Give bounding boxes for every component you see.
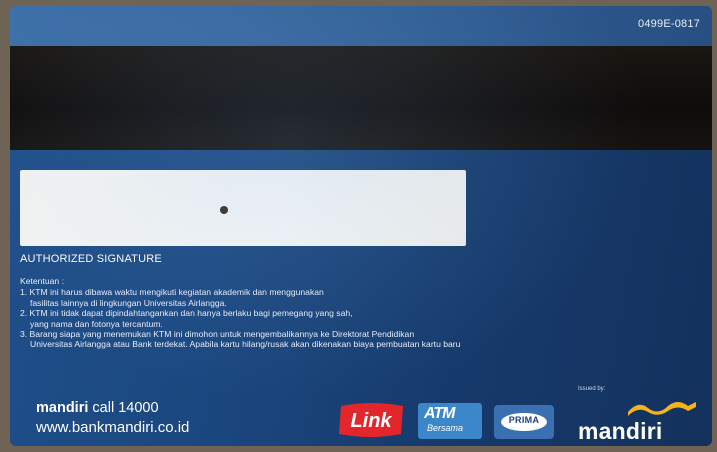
terms-line: Universitas Airlangga atau Bank terdekat… — [30, 339, 461, 350]
terms-line: 3. Barang siapa yang menemukan KTM ini d… — [20, 329, 415, 340]
signature-mark — [220, 206, 228, 214]
call-number: call 14000 — [92, 400, 159, 416]
atm-bersama-logo: ATM Bersama — [418, 403, 482, 439]
card-back: 0499E-0817 AUTHORIZED SIGNATURE Ketentua… — [10, 6, 712, 446]
mandiri-logo: mandiri — [576, 398, 698, 444]
terms-line: yang nama dan fotonya tercantum. — [30, 318, 163, 329]
contact-info: mandiri call 14000 www.bankmandiri.co.id — [36, 399, 189, 439]
magnetic-stripe — [10, 46, 712, 150]
link-logo: Link — [335, 400, 407, 440]
link-logo-shape: Link — [339, 403, 403, 437]
prima-logo: PRIMA — [494, 405, 554, 439]
top-band — [10, 6, 712, 46]
mandiri-logo-text: mandiri — [578, 418, 663, 444]
terms-header: Ketentuan : — [20, 276, 64, 286]
terms-line: 1. KTM ini harus dibawa waktu mengikuti … — [20, 287, 324, 298]
prima-logo-text: PRIMA — [508, 415, 540, 425]
call-center: mandiri call 14000 — [36, 399, 189, 417]
bersama-logo-text: Bersama — [427, 423, 464, 433]
contact-brand: mandiri — [36, 400, 89, 416]
card-serial-number: 0499E-0817 — [638, 18, 700, 30]
terms-line: fasilitas lainnya di lingkungan Universi… — [30, 297, 227, 308]
mandiri-wave-icon — [628, 402, 696, 416]
terms-block: Ketentuan : 1. KTM ini harus dibawa wakt… — [20, 276, 620, 350]
terms-line: 2. KTM ini tidak dapat dipindahtangankan… — [20, 308, 353, 319]
signature-panel — [20, 170, 466, 246]
link-logo-text: Link — [350, 410, 392, 432]
website: www.bankmandiri.co.id — [36, 419, 190, 436]
authorized-signature-label: AUTHORIZED SIGNATURE — [20, 253, 162, 265]
issued-by-label: Issued by: — [578, 386, 606, 392]
atm-logo-text: ATM — [424, 405, 455, 422]
